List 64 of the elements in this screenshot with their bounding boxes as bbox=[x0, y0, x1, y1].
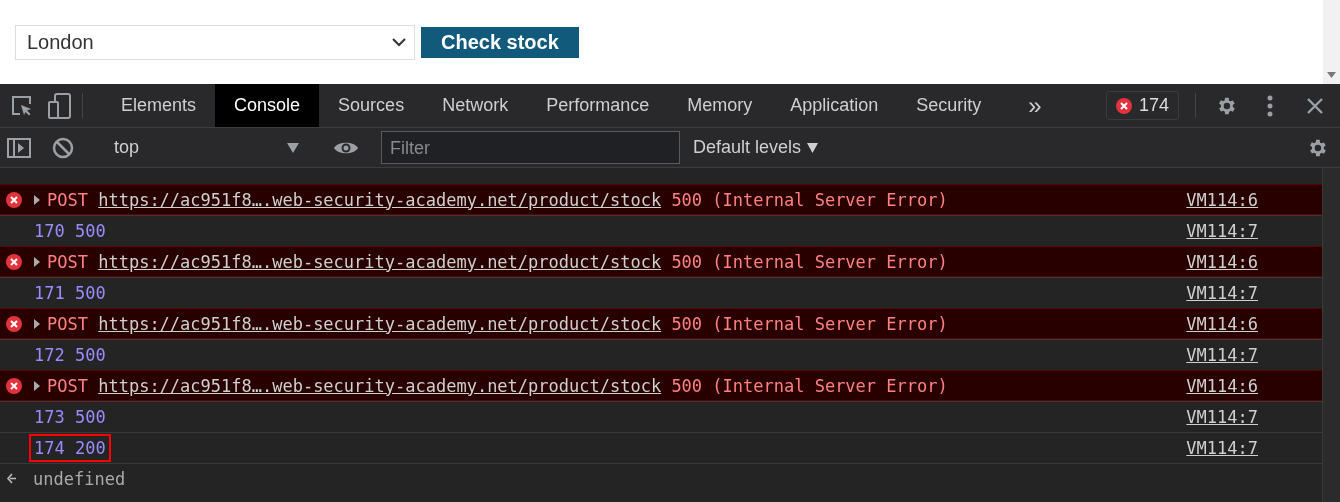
request-url-link[interactable]: https://ac951f8….web-security-academy.net/product/stock bbox=[98, 189, 662, 210]
levels-dropdown[interactable]: Default levels bbox=[693, 137, 819, 158]
scrollbar[interactable] bbox=[1323, 0, 1340, 84]
error-icon bbox=[6, 191, 22, 208]
devtools-tab[interactable]: Application bbox=[771, 84, 898, 127]
error-status: 500 (Internal Server Error) bbox=[671, 375, 948, 396]
request-method: POST bbox=[47, 251, 88, 272]
error-icon bbox=[6, 253, 22, 270]
source-link[interactable]: VM114:6 bbox=[1186, 189, 1258, 210]
inspect-icon[interactable] bbox=[11, 94, 33, 117]
expand-icon[interactable] bbox=[33, 318, 41, 329]
source-link[interactable]: VM114:7 bbox=[1186, 437, 1258, 458]
source-link[interactable]: VM114:6 bbox=[1186, 375, 1258, 396]
devtools-tab[interactable]: Network bbox=[423, 84, 528, 127]
devtools-tab[interactable]: Performance bbox=[527, 84, 669, 127]
source-link[interactable]: VM114:7 bbox=[1186, 344, 1258, 365]
devtools-tab[interactable]: Console bbox=[215, 84, 320, 127]
error-icon bbox=[6, 377, 22, 394]
devtools-tab[interactable]: Memory bbox=[668, 84, 772, 127]
source-link[interactable]: VM114:6 bbox=[1186, 251, 1258, 272]
result-value: undefined bbox=[33, 468, 126, 489]
devtools-tab[interactable]: Elements bbox=[102, 84, 216, 127]
close-icon[interactable] bbox=[1307, 97, 1323, 114]
expand-icon[interactable] bbox=[33, 256, 41, 267]
error-count-badge[interactable]: 174 bbox=[1105, 91, 1179, 120]
expand-icon[interactable] bbox=[33, 380, 41, 391]
scrollbar[interactable] bbox=[1322, 168, 1340, 502]
source-link[interactable]: VM114:7 bbox=[1186, 406, 1258, 427]
source-link[interactable]: VM114:7 bbox=[1186, 220, 1258, 241]
scroll-down-icon[interactable] bbox=[1327, 72, 1336, 78]
dropdown-arrow-icon bbox=[807, 142, 819, 153]
chevron-down-icon bbox=[392, 37, 406, 47]
request-method: POST bbox=[47, 313, 88, 334]
expand-icon[interactable] bbox=[33, 194, 41, 205]
filter-field[interactable]: Filter bbox=[381, 131, 680, 164]
clear-console-icon[interactable] bbox=[52, 136, 74, 159]
request-url-link[interactable]: https://ac951f8….web-security-academy.net/product/stock bbox=[98, 251, 662, 272]
devtools-tab[interactable]: Sources bbox=[319, 84, 424, 127]
log-message: 172 500 bbox=[33, 343, 107, 367]
location-select[interactable]: London bbox=[15, 24, 415, 60]
more-options-icon[interactable] bbox=[1267, 94, 1273, 117]
sidebar-toggle-icon[interactable] bbox=[7, 137, 31, 158]
devtools-tab[interactable]: Security bbox=[897, 84, 1001, 127]
more-tabs-button[interactable]: » bbox=[1000, 84, 1061, 127]
log-message: 171 500 bbox=[33, 281, 107, 305]
log-message: 170 500 bbox=[33, 219, 107, 243]
check-stock-button[interactable]: Check stock bbox=[421, 26, 579, 58]
return-arrow-icon bbox=[6, 473, 17, 484]
request-url-link[interactable]: https://ac951f8….web-security-academy.net/product/stock bbox=[98, 313, 662, 334]
error-icon bbox=[1115, 97, 1132, 114]
context-select[interactable]: top bbox=[101, 137, 311, 158]
request-url-link[interactable]: https://ac951f8….web-security-academy.net/product/stock bbox=[98, 375, 662, 396]
error-status: 500 (Internal Server Error) bbox=[671, 313, 948, 334]
log-message: 174 200 bbox=[29, 433, 111, 462]
error-status: 500 (Internal Server Error) bbox=[671, 251, 948, 272]
request-method: POST bbox=[47, 375, 88, 396]
device-toggle-icon[interactable] bbox=[48, 92, 72, 119]
error-status: 500 (Internal Server Error) bbox=[671, 189, 948, 210]
error-icon bbox=[6, 315, 22, 332]
log-message: 173 500 bbox=[33, 405, 107, 429]
source-link[interactable]: VM114:7 bbox=[1186, 282, 1258, 303]
dropdown-arrow-icon bbox=[287, 142, 299, 153]
request-method: POST bbox=[47, 189, 88, 210]
source-link[interactable]: VM114:6 bbox=[1186, 313, 1258, 334]
